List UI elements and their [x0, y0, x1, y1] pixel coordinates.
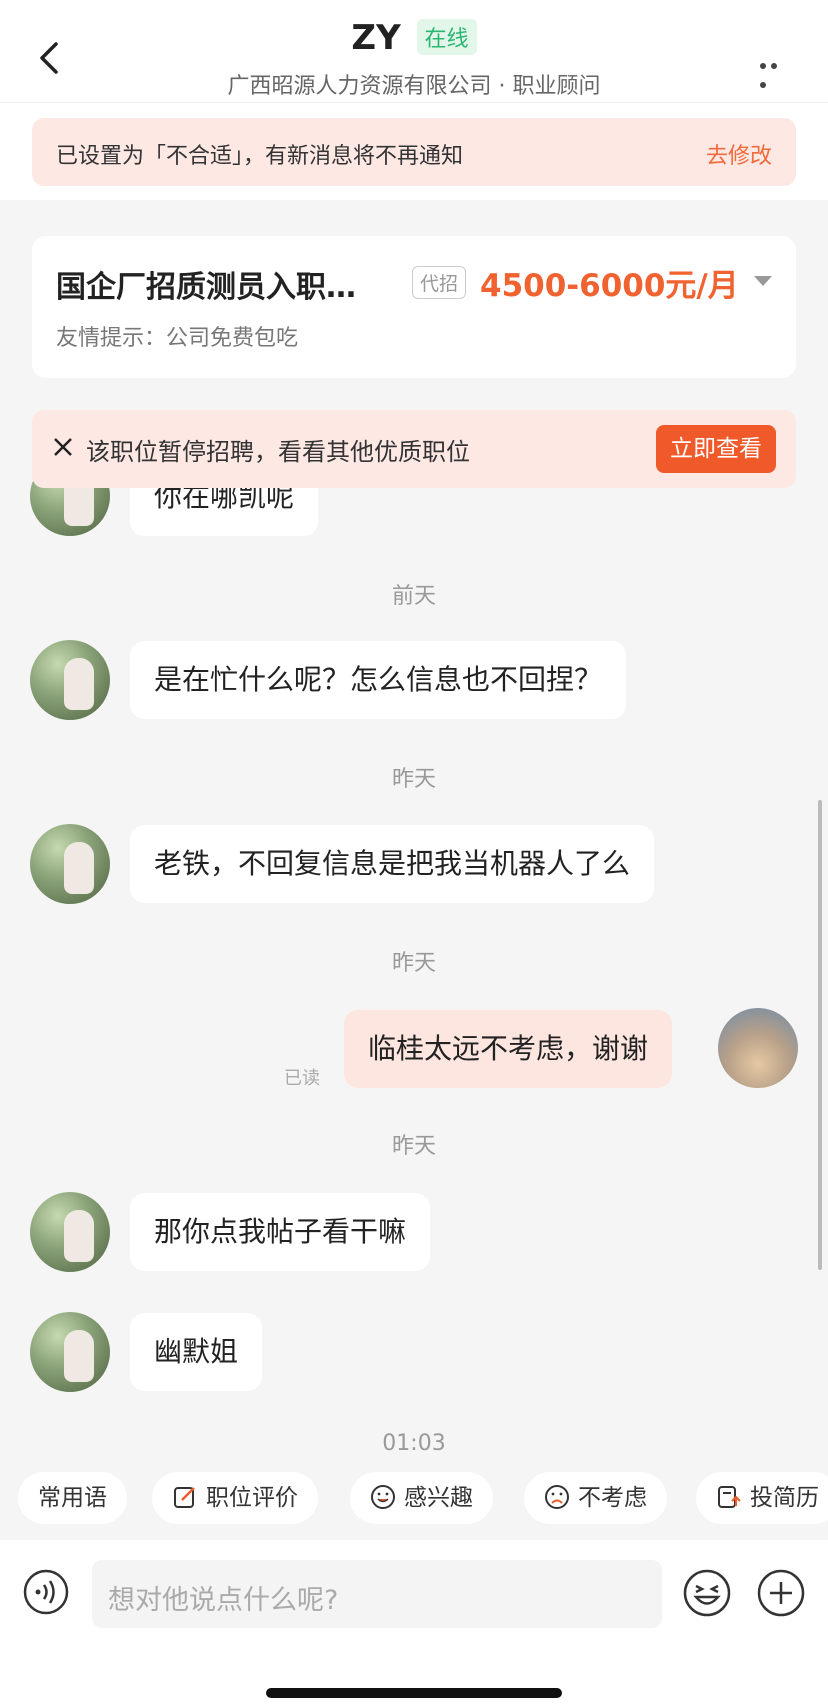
quick-reply-bar: 常用语 职位评价 感兴趣 不考虑 投简历 — [0, 1472, 828, 1528]
input-bar: 想对他说点什么呢? — [0, 1540, 828, 1708]
contact-subtitle: 广西昭源人力资源有限公司 · 职业顾问 — [227, 74, 601, 99]
sad-face-icon — [545, 1484, 569, 1509]
read-status: 已读 — [284, 1068, 320, 1089]
chat-header: ZY 在线 广西昭源人力资源有限公司 · 职业顾问 — [0, 0, 828, 103]
quick-reply-job-review[interactable]: 职位评价 — [152, 1472, 318, 1524]
chip-label: 投简历 — [750, 1485, 819, 1511]
contact-title: ZY 在线 — [0, 18, 828, 58]
timestamp: 昨天 — [391, 767, 436, 792]
notice-section: 已设置为「不合适」，有新消息将不再通知 去修改 — [0, 103, 828, 200]
quick-reply-not-considered[interactable]: 不考虑 — [524, 1472, 667, 1524]
notice-modify-link[interactable]: 去修改 — [706, 138, 772, 170]
plus-icon[interactable] — [756, 1568, 806, 1618]
resume-icon — [718, 1485, 741, 1508]
message-input[interactable]: 想对他说点什么呢? — [92, 1560, 662, 1628]
job-hint: 友情提示：公司免费包吃 — [56, 326, 299, 351]
emoji-icon[interactable] — [682, 1568, 732, 1618]
avatar[interactable] — [30, 1312, 110, 1392]
avatar[interactable] — [30, 640, 110, 720]
chevron-down-icon[interactable] — [754, 276, 772, 286]
scrollbar[interactable] — [818, 800, 822, 1270]
chip-label: 职位评价 — [206, 1485, 298, 1511]
timestamp: 01:03 — [382, 1431, 446, 1456]
timestamp: 昨天 — [391, 951, 436, 976]
job-paused-banner: 该职位暂停招聘，看看其他优质职位 立即查看 — [32, 410, 796, 488]
notice-text: 已设置为「不合适」，有新消息将不再通知 — [56, 144, 464, 169]
job-salary: 4500-6000元/月 — [480, 268, 739, 304]
contact-name: ZY — [351, 18, 401, 58]
smile-icon — [371, 1484, 395, 1509]
quick-reply-interested[interactable]: 感兴趣 — [350, 1472, 493, 1524]
chip-label: 不考虑 — [578, 1485, 647, 1511]
quick-reply-common-phrases[interactable]: 常用语 — [18, 1472, 127, 1524]
job-tag: 代招 — [412, 266, 467, 299]
message-bubble: 幽默姐 — [130, 1313, 263, 1391]
message-bubble-self: 临桂太远不考虑，谢谢 — [344, 1010, 673, 1088]
voice-icon[interactable] — [22, 1568, 70, 1616]
more-options-icon[interactable] — [760, 54, 792, 88]
message-input-placeholder: 想对他说点什么呢? — [108, 1585, 339, 1616]
view-now-button[interactable]: 立即查看 — [656, 425, 776, 473]
job-title: 国企厂招质测员入职… — [56, 270, 356, 305]
avatar[interactable] — [30, 1192, 110, 1272]
online-badge: 在线 — [416, 18, 477, 55]
notice-banner: 已设置为「不合适」，有新消息将不再通知 去修改 — [32, 118, 796, 186]
quick-reply-send-resume[interactable]: 投简历 — [696, 1472, 828, 1524]
timestamp: 昨天 — [391, 1134, 436, 1159]
message-bubble: 老铁，不回复信息是把我当机器人了么 — [130, 825, 655, 903]
timestamp: 前天 — [391, 584, 436, 609]
edit-icon — [174, 1486, 195, 1508]
job-paused-text: 该职位暂停招聘，看看其他优质职位 — [86, 438, 470, 466]
chip-label: 感兴趣 — [404, 1485, 473, 1511]
home-indicator[interactable] — [266, 1688, 562, 1698]
message-bubble: 那你点我帖子看干嘛 — [130, 1193, 431, 1271]
close-icon[interactable] — [50, 434, 76, 460]
avatar-self[interactable] — [718, 1008, 798, 1088]
avatar[interactable] — [30, 824, 110, 904]
chip-label: 常用语 — [38, 1485, 107, 1511]
job-card[interactable]: 国企厂招质测员入职… 代招 4500-6000元/月 友情提示：公司免费包吃 — [32, 236, 796, 378]
message-bubble: 是在忙什么呢？怎么信息也不回捏？ — [130, 641, 627, 719]
